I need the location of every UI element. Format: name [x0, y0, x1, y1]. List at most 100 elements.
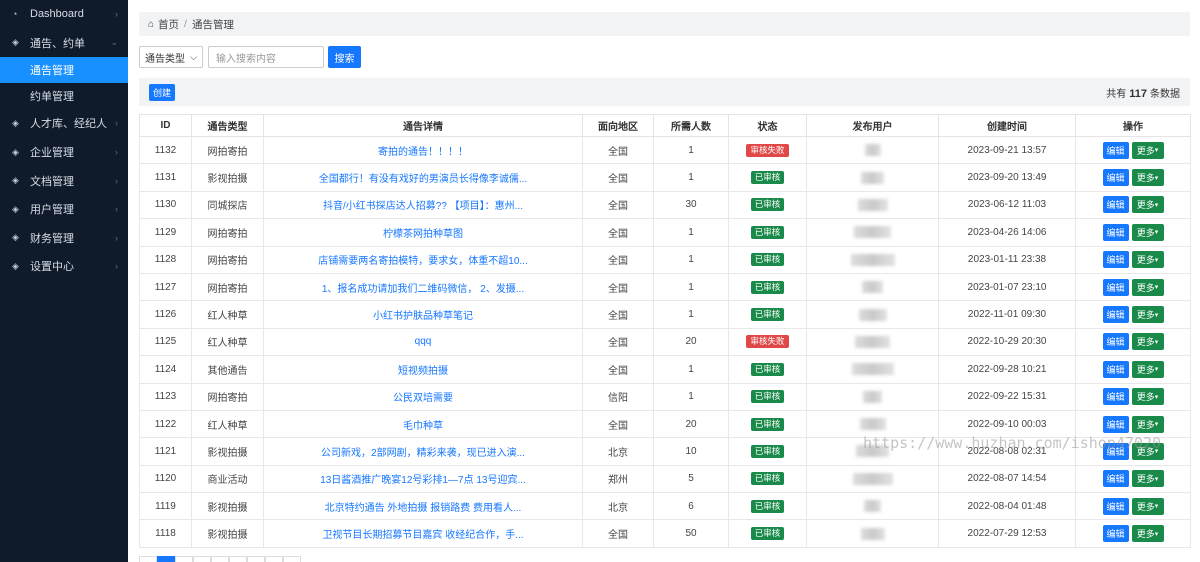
more-button[interactable]: 更多 ▾: [1131, 415, 1164, 433]
group-icon: ◈: [12, 37, 19, 48]
page-current[interactable]: [157, 556, 175, 562]
blurred-username: [862, 281, 883, 294]
cell-detail-link[interactable]: 北京特约通告 外地拍摄 报销路费 费用看人...: [263, 492, 583, 521]
more-button[interactable]: 更多 ▾: [1131, 278, 1164, 296]
more-button[interactable]: 更多 ▾: [1131, 360, 1164, 378]
cell-detail-link[interactable]: 全国都行！有没有戏好的男演员长得像李诚儒...: [263, 163, 583, 192]
edit-button[interactable]: 编辑: [1102, 251, 1129, 269]
cell-region: 信阳: [582, 382, 654, 411]
page-next[interactable]: [283, 556, 301, 562]
more-button[interactable]: 更多 ▾: [1131, 141, 1164, 159]
table-row: 1129 网拍寄拍 柠檬茶网拍种草图 全国 1 已审核 2023-04-26 14:06 编辑…: [139, 218, 1191, 247]
cell-id: 1130: [139, 190, 192, 220]
edit-button[interactable]: 编辑: [1102, 333, 1129, 351]
status-badge: 已审核: [750, 280, 785, 294]
cell-detail-link[interactable]: 公民双培需要: [263, 382, 583, 411]
cell-detail-link[interactable]: 店铺需要两名寄拍模特，要求女，体重不超10...: [263, 245, 583, 274]
sidebar-subitem-1[interactable]: 约单管理: [0, 83, 128, 109]
edit-button[interactable]: 编辑: [1102, 169, 1129, 187]
edit-button[interactable]: 编辑: [1102, 470, 1129, 488]
sidebar-item-0[interactable]: ◔ Dashboard ›: [0, 0, 128, 29]
edit-button[interactable]: 编辑: [1102, 497, 1129, 515]
edit-button[interactable]: 编辑: [1102, 388, 1129, 406]
page-item[interactable]: [175, 556, 193, 562]
more-button[interactable]: 更多 ▾: [1131, 470, 1164, 488]
sidebar-item-4[interactable]: ◈ 文档管理 ›: [0, 166, 128, 195]
breadcrumb-home[interactable]: 首页: [158, 17, 179, 32]
page-item[interactable]: [211, 556, 229, 562]
cell-type: 红人种草: [191, 327, 264, 357]
cell-status: 已审核: [728, 300, 807, 329]
cell-detail-link[interactable]: 13日酱酒推广晚宴12号彩排1—7点 13号迎宾...: [263, 464, 583, 494]
search-input[interactable]: 输入搜索内容: [208, 46, 324, 68]
notice-table: ID 通告类型 通告详情 面向地区 所需人数 状态 发布用户 创建时间 操作 1132 网拍寄拍寄…: [139, 114, 1191, 548]
blurred-username: [851, 363, 894, 376]
cell-actions: 编辑 更多 ▾: [1075, 519, 1191, 548]
cell-id: 1129: [139, 218, 192, 247]
cell-region: 全国: [582, 519, 654, 548]
cell-count: 50: [653, 519, 729, 548]
cell-detail-link[interactable]: qqq: [263, 327, 583, 357]
edit-button[interactable]: 编辑: [1102, 415, 1129, 433]
total-prefix: 共有: [1106, 88, 1127, 100]
table-row: 1125 红人种草 qqq 全国 20 审核失败 2022-10-29 20:30 编辑 更多 …: [139, 327, 1191, 357]
edit-button[interactable]: 编辑: [1102, 306, 1129, 324]
more-label: 更多: [1136, 392, 1155, 403]
sidebar-item-7[interactable]: ◈ 设置中心 ›: [0, 252, 128, 281]
status-badge: 已审核: [750, 198, 785, 212]
more-button[interactable]: 更多 ▾: [1131, 251, 1164, 269]
edit-button[interactable]: 编辑: [1102, 360, 1129, 378]
edit-button[interactable]: 编辑: [1102, 141, 1129, 159]
cell-id: 1120: [139, 464, 192, 494]
sidebar-subitem-0[interactable]: 通告管理: [0, 57, 128, 84]
sidebar-item-6[interactable]: ◈ 财务管理 ›: [0, 224, 128, 253]
search-button[interactable]: 搜索: [328, 46, 361, 68]
page-item[interactable]: [247, 556, 265, 562]
page-item[interactable]: [229, 556, 247, 562]
edit-button[interactable]: 编辑: [1102, 525, 1129, 543]
type-select[interactable]: 通告类型 ⌵: [139, 46, 203, 68]
cell-detail-link[interactable]: 小红书护肤品种草笔记: [263, 300, 583, 329]
more-button[interactable]: 更多 ▾: [1131, 196, 1164, 214]
more-button[interactable]: 更多 ▾: [1131, 525, 1164, 543]
cell-detail-link[interactable]: 公司新戏，2部网剧，精彩来袭，现已进入演...: [263, 437, 583, 466]
sidebar-item-5[interactable]: ◈ 用户管理 ›: [0, 195, 128, 224]
more-button[interactable]: 更多 ▾: [1131, 306, 1164, 324]
action-group: 编辑 更多 ▾: [1080, 141, 1186, 159]
sidebar-item-label: Dashboard: [30, 8, 84, 21]
status-badge: 已审核: [750, 225, 785, 239]
settings-icon: ◈: [12, 260, 19, 271]
column-header: 发布用户: [806, 114, 939, 137]
cell-detail-link[interactable]: 柠檬茶网拍种草图: [263, 218, 583, 247]
edit-button[interactable]: 编辑: [1102, 196, 1129, 214]
page-item[interactable]: [193, 556, 211, 562]
more-button[interactable]: 更多 ▾: [1131, 169, 1164, 187]
caret-down-icon: ▾: [1154, 256, 1159, 264]
more-button[interactable]: 更多 ▾: [1131, 388, 1164, 406]
cell-detail-link[interactable]: 短视频拍摄: [263, 355, 583, 384]
cell-detail-link[interactable]: 寄拍的通告！！！！: [263, 135, 583, 165]
cell-detail-link[interactable]: 毛巾种草: [263, 409, 583, 439]
sidebar-item-2[interactable]: ◈ 人才库、经纪人 ›: [0, 109, 128, 138]
caret-down-icon: ▾: [1154, 284, 1159, 292]
cell-actions: 编辑 更多 ▾: [1075, 327, 1191, 357]
cell-actions: 编辑 更多 ▾: [1075, 190, 1191, 220]
cell-detail-link[interactable]: 卫视节目长期招募节目嘉宾 收经纪合作，手...: [263, 519, 583, 548]
more-button[interactable]: 更多 ▾: [1131, 333, 1164, 351]
more-button[interactable]: 更多 ▾: [1131, 497, 1164, 515]
company-icon: ◈: [12, 146, 19, 157]
sidebar-item-label: 文档管理: [30, 175, 74, 188]
more-label: 更多: [1136, 419, 1155, 430]
page-item[interactable]: [265, 556, 283, 562]
page-prev[interactable]: [139, 556, 157, 562]
more-button[interactable]: 更多 ▾: [1131, 223, 1164, 241]
cell-status: 已审核: [728, 355, 807, 384]
sidebar-item-3[interactable]: ◈ 企业管理 ›: [0, 138, 128, 167]
cell-type: 其他通告: [191, 355, 264, 384]
create-button[interactable]: 创建: [149, 83, 175, 101]
edit-button[interactable]: 编辑: [1102, 278, 1129, 296]
cell-detail-link[interactable]: 1、报名成功请加我们二维码微信， 2、发摄...: [263, 272, 583, 302]
edit-button[interactable]: 编辑: [1102, 223, 1129, 241]
cell-detail-link[interactable]: 抖音/小红书探店达人招募?? 【项目】：惠州...: [263, 190, 583, 220]
sidebar-item-1[interactable]: ◈ 通告、约单 ⌄: [0, 29, 128, 58]
